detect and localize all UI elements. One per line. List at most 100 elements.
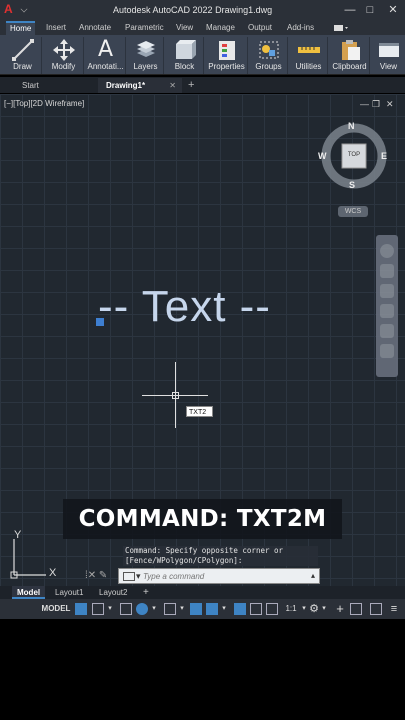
tab-drawing1[interactable]: Drawing1* ✕ <box>98 78 182 93</box>
new-tab-button[interactable]: + <box>188 78 194 92</box>
move-arrows-icon <box>52 39 75 61</box>
steering-wheel-icon[interactable] <box>380 244 394 258</box>
auto-scale-icon[interactable] <box>250 603 262 615</box>
close-button[interactable]: ✕ <box>385 2 401 18</box>
draw-button[interactable]: Draw <box>4 37 42 74</box>
properties-button[interactable]: Properties <box>206 37 248 74</box>
object-snap-icon[interactable] <box>206 603 218 615</box>
viewport-label[interactable]: [−][Top][2D Wireframe] <box>4 99 84 108</box>
ucs-y-label: Y <box>14 529 22 541</box>
annotation-button[interactable]: A Annotati... <box>86 37 126 74</box>
snap-icon[interactable] <box>92 603 104 615</box>
modify-button[interactable]: Modify <box>44 37 84 74</box>
clipboard-button[interactable]: Clipboard <box>330 37 370 74</box>
command-history-line: [Fence/WPolygon/CPolygon]: <box>125 556 243 565</box>
navigation-bar <box>376 235 398 377</box>
measure-ruler-icon <box>297 47 320 53</box>
polar-tracking-icon[interactable] <box>136 603 148 615</box>
ucs-x-label: X <box>49 567 57 579</box>
viewport-minimize-button[interactable]: — <box>360 99 369 109</box>
status-bar: MODEL ▾ ▾ ▾ ▾ 1:1 ▾ ⚙ ▾ + ≡ <box>0 599 405 619</box>
text-a-icon: A <box>97 37 114 62</box>
wcs-menu[interactable]: WCS <box>338 206 368 217</box>
layers-icon <box>136 41 155 57</box>
close-tab-icon[interactable]: ✕ <box>169 78 176 93</box>
workspace-dropdown-icon[interactable]: ▾ <box>320 602 328 616</box>
tab-layout1[interactable]: Layout1 <box>50 586 88 599</box>
command-line[interactable]: ▾ ▴ <box>118 568 320 584</box>
compass-north[interactable]: N <box>348 121 355 131</box>
ribbon-panel: Draw Modify A Annotati... Layers Block P… <box>0 35 405 75</box>
orbit-icon[interactable] <box>380 304 394 318</box>
ribbon-tab-annotate[interactable]: Annotate <box>75 21 115 35</box>
isodraft-icon[interactable] <box>164 603 176 615</box>
navbar-menu-icon[interactable] <box>380 344 394 358</box>
annotation-monitor-icon[interactable]: + <box>334 602 346 616</box>
ribbon-tab-insert[interactable]: Insert <box>42 21 70 35</box>
isodraft-dropdown-icon[interactable]: ▾ <box>178 602 186 616</box>
osnap-dropdown-icon[interactable]: ▾ <box>220 602 228 616</box>
annotation-scale-value[interactable]: 1:1 <box>282 602 300 616</box>
ribbon-tab-add-ins[interactable]: Add-ins <box>283 21 318 35</box>
layout-tabs: Model Layout1 Layout2 + <box>0 586 405 599</box>
clean-screen-icon[interactable] <box>370 603 382 615</box>
snap-dropdown-icon[interactable]: ▾ <box>106 602 114 616</box>
annotation-scale-icon[interactable] <box>266 603 278 615</box>
clipboard-icon <box>341 40 360 60</box>
pan-hand-icon[interactable] <box>380 264 394 278</box>
command-icon[interactable] <box>123 572 135 581</box>
tab-model[interactable]: Model <box>12 586 46 599</box>
polar-dropdown-icon[interactable]: ▾ <box>150 602 158 616</box>
command-line-grip-icon[interactable]: ⁞✕ ✎ <box>85 570 107 581</box>
ribbon-tabs: Home Insert Annotate Parametric View Man… <box>0 20 405 35</box>
text-grip-handle[interactable] <box>96 318 104 326</box>
line-draw-icon <box>11 39 34 61</box>
ribbon-extra-tab-icon[interactable] <box>333 24 351 32</box>
window-title: Autodesk AutoCAD 2022 Drawing1.dwg <box>113 5 273 15</box>
block-button[interactable]: Block <box>166 37 204 74</box>
workspace-gear-icon[interactable]: ⚙ <box>308 602 320 616</box>
customization-menu-icon[interactable]: ≡ <box>388 602 400 616</box>
tab-layout2[interactable]: Layout2 <box>94 586 132 599</box>
minimize-button[interactable]: — <box>342 2 358 18</box>
autocad-logo-icon[interactable]: A <box>4 3 17 16</box>
ortho-icon[interactable] <box>120 603 132 615</box>
tab-start[interactable]: Start <box>16 78 96 93</box>
viewport-restore-button[interactable]: ❐ <box>372 99 380 110</box>
object-snap-tracking-icon[interactable] <box>190 603 202 615</box>
zoom-extents-icon[interactable] <box>380 284 394 298</box>
ribbon-tab-manage[interactable]: Manage <box>202 21 239 35</box>
app-menu-chevron-icon[interactable] <box>20 5 28 13</box>
annotation-visibility-icon[interactable] <box>234 603 246 615</box>
scale-dropdown-icon[interactable]: ▾ <box>300 602 308 616</box>
view-button[interactable]: View <box>372 37 405 74</box>
cursor-pickbox <box>172 392 179 399</box>
viewcube-top-face[interactable]: TOP <box>344 152 364 158</box>
compass-east[interactable]: E <box>381 151 387 161</box>
ribbon-tab-view[interactable]: View <box>172 21 197 35</box>
isolate-objects-icon[interactable] <box>350 603 362 615</box>
command-history: Command: Specify opposite corner or [Fen… <box>123 546 318 566</box>
utilities-button[interactable]: Utilities <box>290 37 328 74</box>
add-layout-button[interactable]: + <box>138 586 154 599</box>
dynamic-input-field[interactable]: TXT2 <box>186 406 213 417</box>
maximize-button[interactable]: □ <box>362 2 378 18</box>
showmotion-icon[interactable] <box>380 324 394 338</box>
command-expand-icon[interactable]: ▴ <box>311 571 315 580</box>
command-recent-arrow-icon[interactable]: ▾ <box>136 569 141 583</box>
command-input[interactable] <box>143 570 313 582</box>
title-bar: A Autodesk AutoCAD 2022 Drawing1.dwg — □… <box>0 0 405 20</box>
viewport-close-button[interactable]: ✕ <box>386 99 394 110</box>
layers-button[interactable]: Layers <box>128 37 164 74</box>
text-object[interactable]: -- Text -- <box>98 282 271 332</box>
model-space-toggle[interactable]: MODEL <box>40 602 72 616</box>
ribbon-tab-home[interactable]: Home <box>6 21 36 35</box>
viewcube[interactable]: N S E W TOP <box>318 120 390 192</box>
compass-west[interactable]: W <box>318 151 327 161</box>
ribbon-tab-parametric[interactable]: Parametric <box>121 21 168 35</box>
drawing-viewport[interactable]: [−][Top][2D Wireframe] — ❐ ✕ N S E W TOP… <box>0 94 405 586</box>
groups-button[interactable]: Groups <box>250 37 288 74</box>
grid-icon[interactable] <box>75 603 87 615</box>
ribbon-tab-output[interactable]: Output <box>244 21 276 35</box>
compass-south[interactable]: S <box>349 180 355 190</box>
